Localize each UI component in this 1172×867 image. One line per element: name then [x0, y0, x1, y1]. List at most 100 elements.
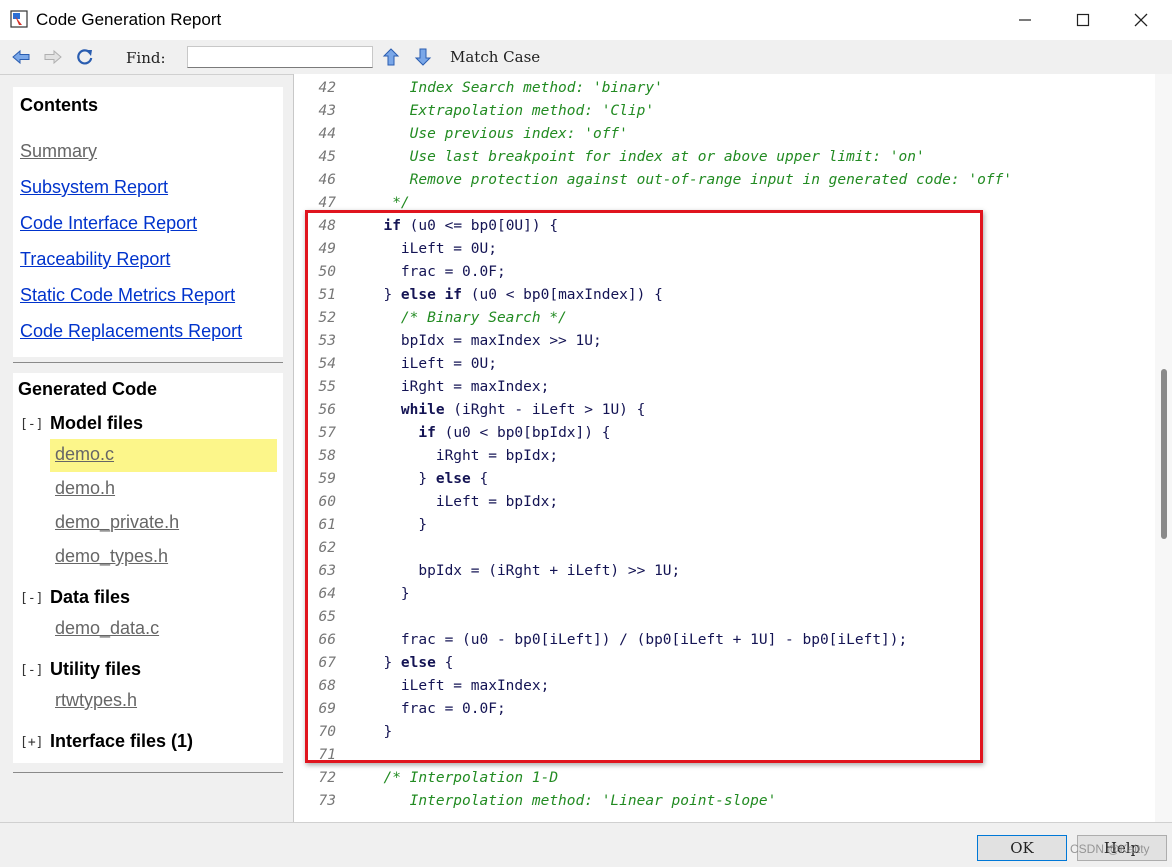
file-link-demo-types-h[interactable]: demo_types.h [55, 546, 168, 567]
code-text: } else if (u0 < bp0[maxIndex]) { [366, 287, 663, 303]
code-text: iLeft = bpIdx; [366, 494, 559, 510]
code-line: 56 while (iRght - iLeft > 1U) { [294, 399, 646, 422]
maximize-button[interactable] [1054, 0, 1112, 40]
code-text: } [366, 724, 393, 740]
refresh-button[interactable] [74, 46, 96, 68]
code-line: 62 [294, 537, 366, 560]
contents-title: Contents [20, 95, 98, 115]
code-replacements-report-link[interactable]: Code Replacements Report [20, 321, 242, 342]
close-button[interactable] [1112, 0, 1170, 40]
file-link-demo-c[interactable]: demo.c [55, 444, 114, 465]
code-line: 53 bpIdx = maxIndex >> 1U; [294, 330, 602, 353]
generated-code-title: Generated Code [18, 379, 158, 399]
close-icon [1134, 13, 1148, 27]
code-line: 45 Use last breakpoint for index at or a… [294, 146, 925, 169]
line-number: 53 [318, 333, 336, 349]
contents-panel: Contents Summary Subsystem Report Code I… [13, 87, 283, 357]
line-number: 64 [318, 586, 336, 602]
code-line: 58 iRght = bpIdx; [294, 445, 559, 468]
line-number: 46 [318, 172, 336, 188]
find-label: Find: [126, 49, 166, 67]
window-title: Code Generation Report [36, 10, 222, 29]
file-link-demo-h[interactable]: demo.h [55, 478, 115, 499]
file-link-rtwtypes-h[interactable]: rtwtypes.h [55, 690, 137, 711]
line-number: 47 [318, 195, 336, 211]
arrow-right-icon [44, 49, 62, 65]
model-files-toggle[interactable]: [-] [20, 417, 43, 432]
line-number: 55 [318, 379, 336, 395]
find-previous-button[interactable] [380, 46, 402, 68]
line-number: 54 [318, 356, 336, 372]
divider [13, 362, 283, 363]
code-text: Interpolation method: 'Linear point-slop… [366, 793, 777, 809]
code-line: 73 Interpolation method: 'Linear point-s… [294, 790, 777, 813]
file-link-demo-data-c[interactable]: demo_data.c [55, 618, 159, 639]
line-number: 42 [318, 80, 336, 96]
line-number: 69 [318, 701, 336, 717]
code-line: 50 frac = 0.0F; [294, 261, 506, 284]
code-text: Use previous index: 'off' [366, 126, 628, 142]
code-line: 64 } [294, 583, 410, 606]
code-text: frac = 0.0F; [366, 701, 506, 717]
code-text: bpIdx = maxIndex >> 1U; [366, 333, 602, 349]
line-number: 73 [318, 793, 336, 809]
code-line: 71 [294, 744, 366, 767]
utility-files-toggle[interactable]: [-] [20, 663, 43, 678]
back-button[interactable] [10, 46, 32, 68]
line-number: 52 [318, 310, 336, 326]
find-input[interactable] [187, 46, 373, 68]
code-text: */ [366, 195, 410, 211]
static-code-metrics-report-link[interactable]: Static Code Metrics Report [20, 285, 235, 306]
arrow-up-icon [382, 48, 400, 66]
line-number: 51 [318, 287, 336, 303]
ok-button[interactable]: OK [977, 835, 1067, 861]
dialog-button-bar: OK Help [0, 822, 1172, 867]
arrow-left-icon [12, 49, 30, 65]
navigation-pane: Contents Summary Subsystem Report Code I… [0, 74, 293, 822]
code-line: 55 iRght = maxIndex; [294, 376, 550, 399]
code-text: iRght = bpIdx; [366, 448, 559, 464]
code-line: 69 frac = 0.0F; [294, 698, 506, 721]
summary-link[interactable]: Summary [20, 141, 97, 162]
minimize-icon [1019, 19, 1031, 21]
code-line: 54 iLeft = 0U; [294, 353, 497, 376]
traceability-report-link[interactable]: Traceability Report [20, 249, 170, 270]
match-case-toggle[interactable]: Match Case [450, 48, 540, 66]
generated-code-panel: Generated Code [-] Model files demo.c de… [13, 373, 283, 763]
arrow-down-icon [414, 48, 432, 66]
code-line: 65 [294, 606, 366, 629]
scrollbar-thumb[interactable] [1161, 369, 1167, 539]
minimize-button[interactable] [996, 0, 1054, 40]
code-view[interactable]: 42 Index Search method: 'binary' 43 Extra… [293, 74, 1172, 822]
data-files-toggle[interactable]: [-] [20, 591, 43, 606]
line-number: 49 [318, 241, 336, 257]
code-text: Index Search method: 'binary' [366, 80, 663, 96]
model-files-label: Model files [50, 413, 144, 433]
code-line: 44 Use previous index: 'off' [294, 123, 628, 146]
file-link-demo-private-h[interactable]: demo_private.h [55, 512, 179, 533]
line-number: 72 [318, 770, 336, 786]
line-number: 50 [318, 264, 336, 280]
maximize-icon [1076, 13, 1090, 27]
code-line: 43 Extrapolation method: 'Clip' [294, 100, 655, 123]
code-interface-report-link[interactable]: Code Interface Report [20, 213, 197, 234]
code-text: if (u0 <= bp0[0U]) { [383, 218, 559, 234]
line-number: 62 [318, 540, 336, 556]
line-number: 61 [318, 517, 336, 533]
code-line: 61 } [294, 514, 428, 537]
vertical-scrollbar[interactable] [1155, 74, 1172, 822]
find-next-button[interactable] [412, 46, 434, 68]
subsystem-report-link[interactable]: Subsystem Report [20, 177, 168, 198]
code-text: Extrapolation method: 'Clip' [366, 103, 655, 119]
code-text: iLeft = 0U; [366, 356, 497, 372]
line-number: 44 [318, 126, 336, 142]
code-line: 48 if (u0 <= bp0[0U]) { [294, 215, 559, 238]
interface-files-toggle[interactable]: [+] [20, 735, 43, 750]
line-number: 56 [318, 402, 336, 418]
line-number: 70 [318, 724, 336, 740]
line-number: 63 [318, 563, 336, 579]
forward-button[interactable] [42, 46, 64, 68]
line-number: 65 [318, 609, 336, 625]
code-line: 52 /* Binary Search */ [294, 307, 567, 330]
code-text: frac = 0.0F; [366, 264, 506, 280]
